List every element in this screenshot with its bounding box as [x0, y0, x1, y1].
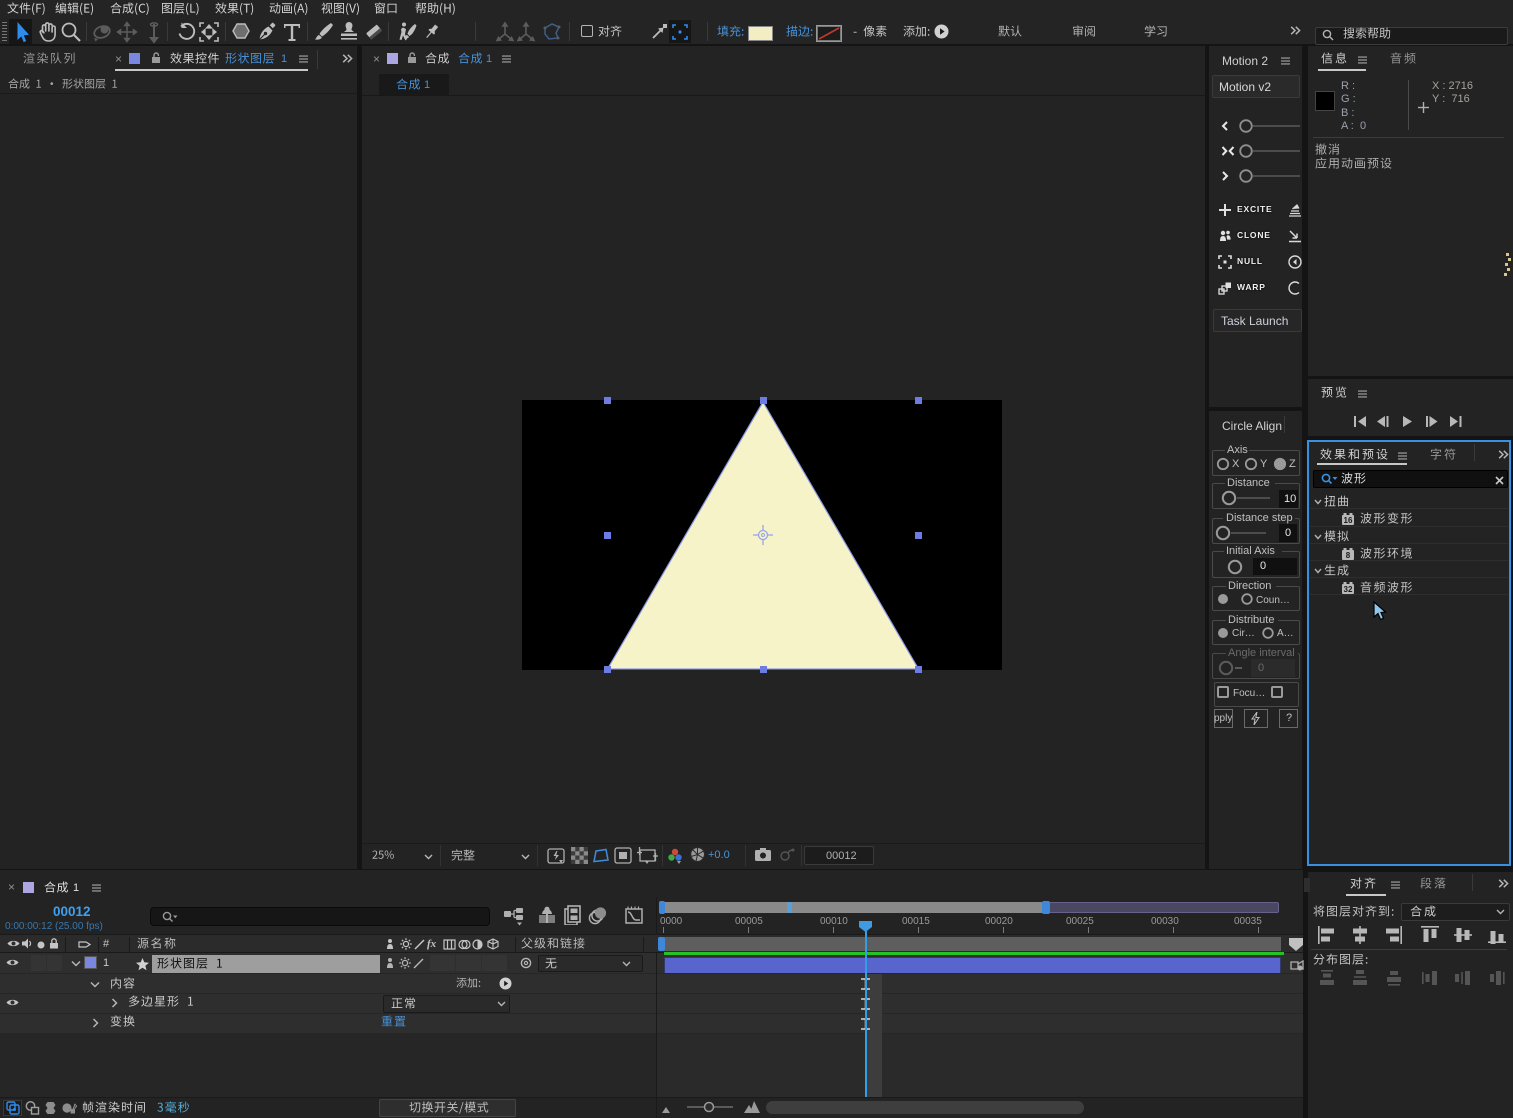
svg-text:32: 32: [1344, 585, 1353, 594]
svg-text:16: 16: [1344, 516, 1353, 525]
svg-text:8: 8: [1346, 551, 1351, 560]
